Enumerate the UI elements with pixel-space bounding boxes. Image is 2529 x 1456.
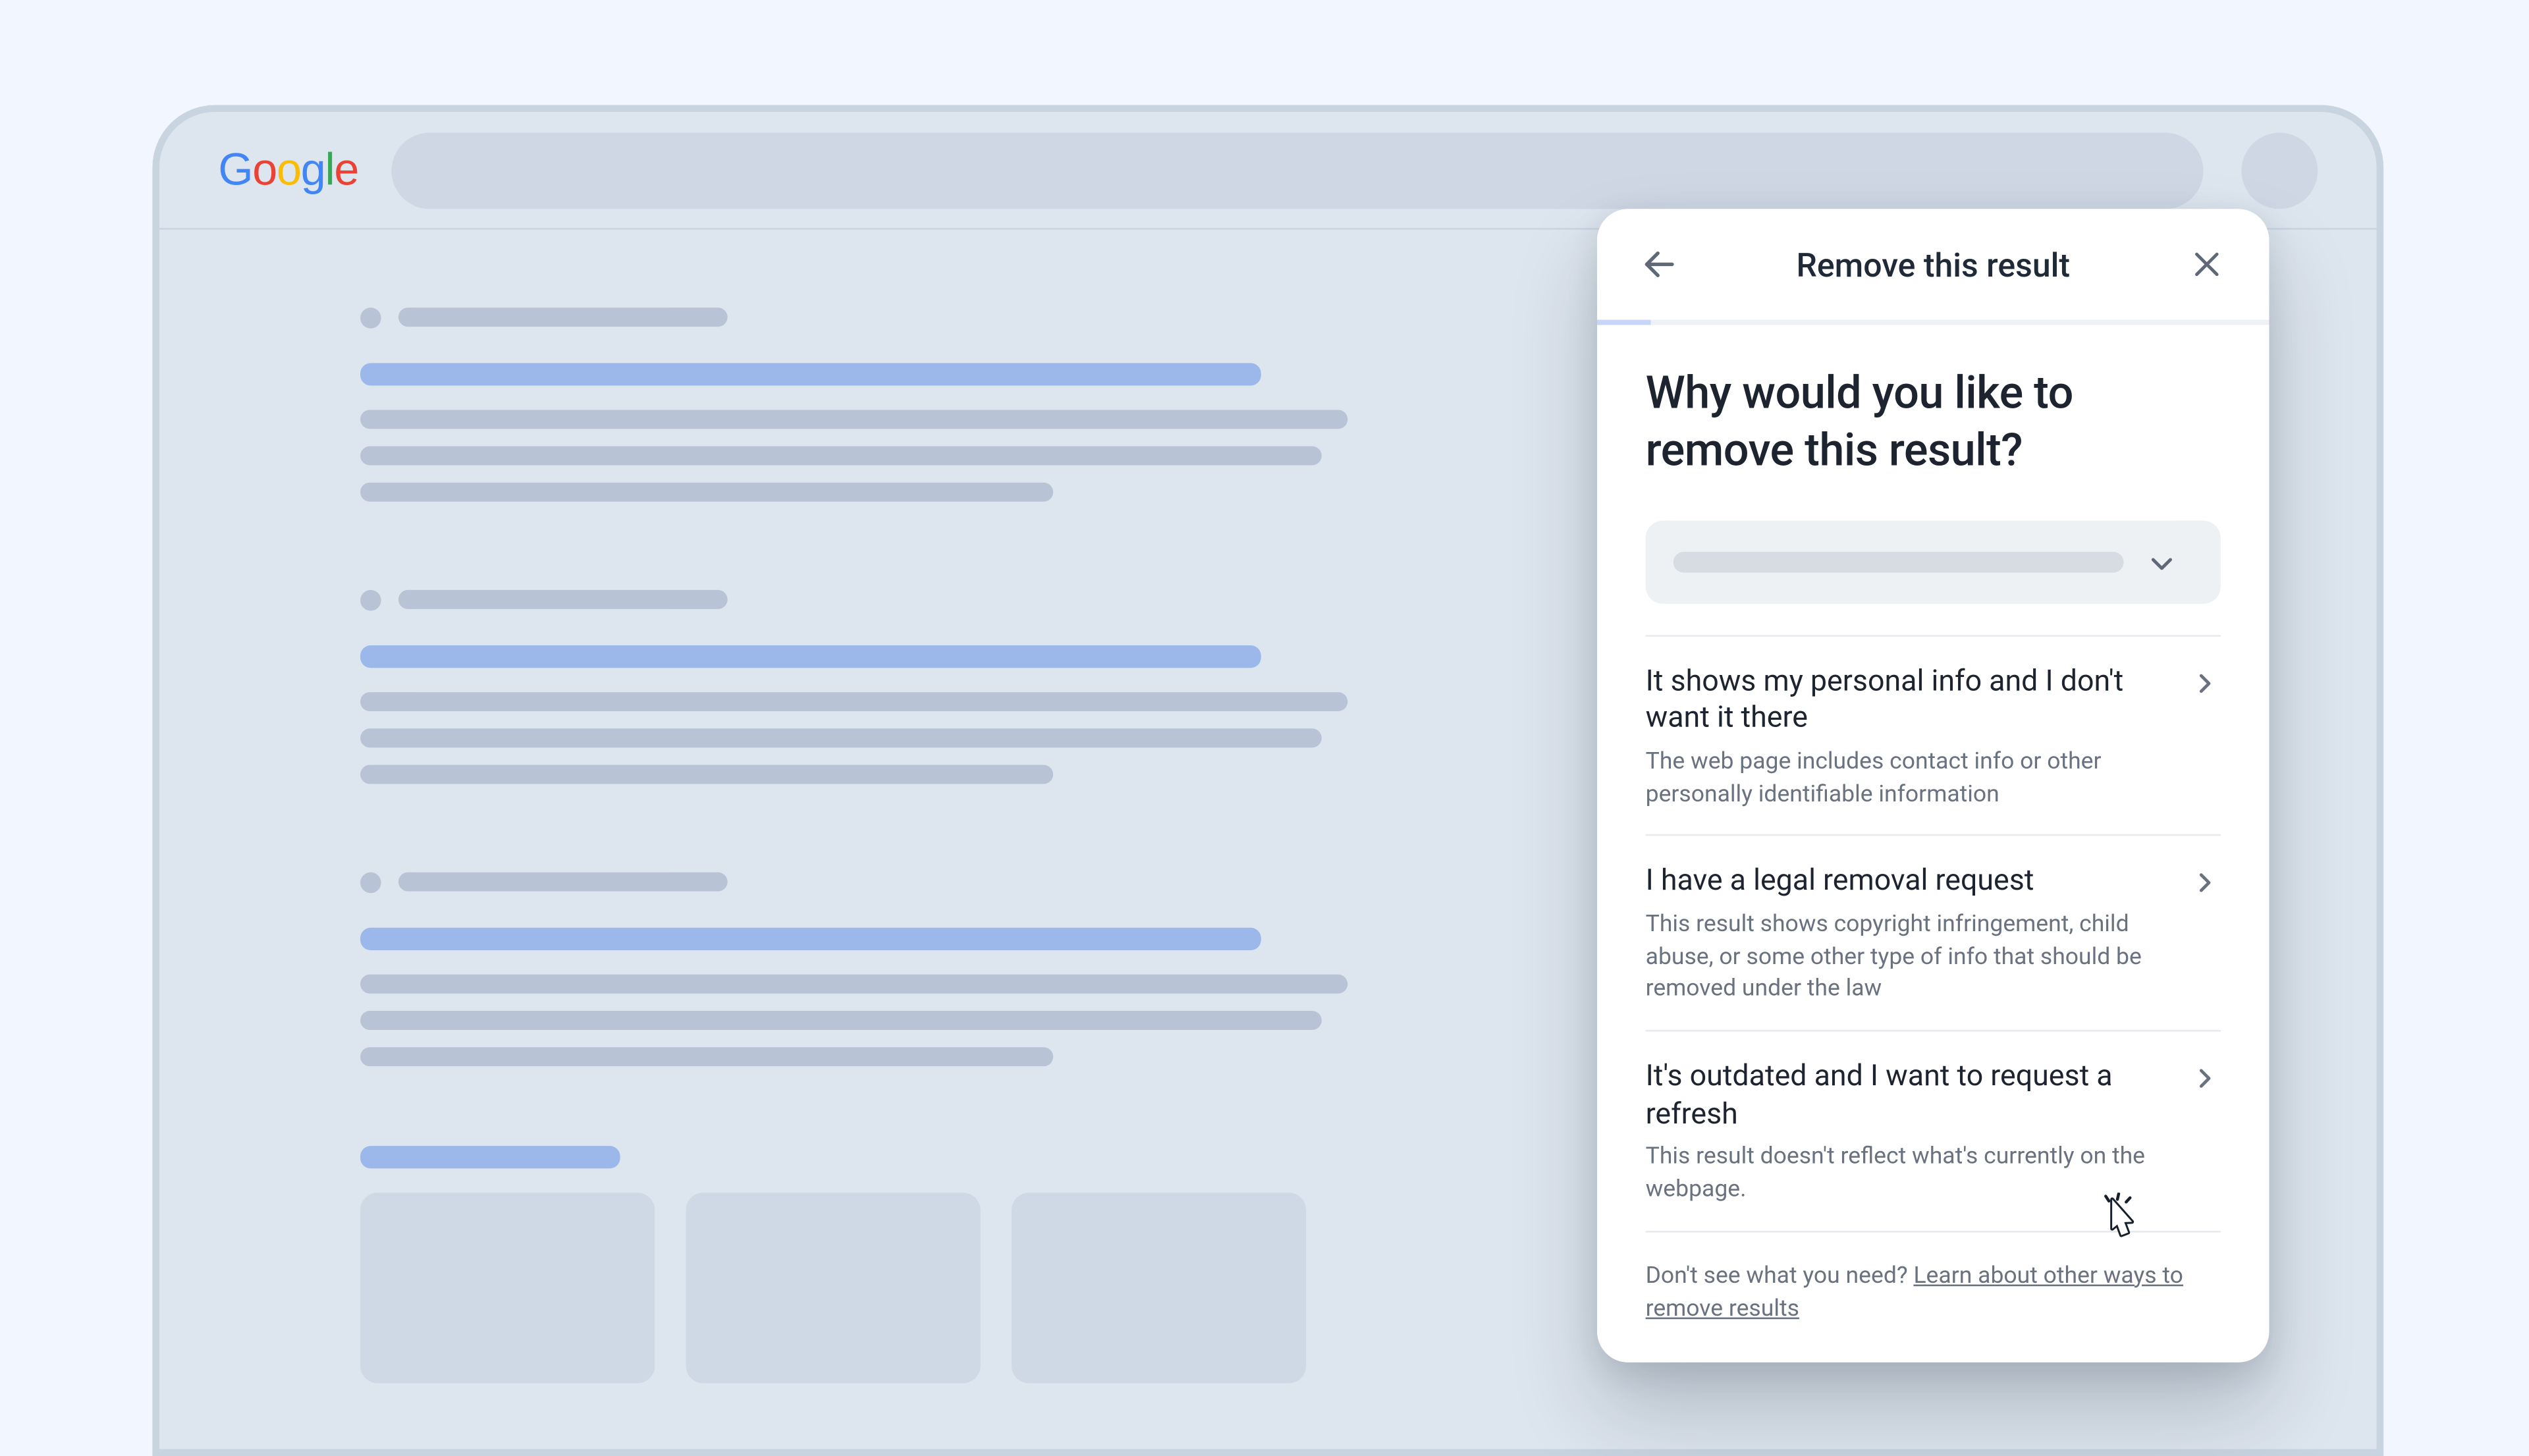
chevron-right-icon xyxy=(2189,1063,2220,1094)
option-desc: The web page includes contact info or ot… xyxy=(1646,746,2165,811)
chevron-down-icon xyxy=(2144,546,2179,581)
result-placeholder xyxy=(360,581,1407,784)
result-placeholder xyxy=(360,863,1407,1066)
panel-title: Remove this result xyxy=(1796,244,2070,284)
chevron-right-icon xyxy=(2189,667,2220,698)
search-results-area xyxy=(159,230,1407,1384)
panel-question: Why would you like to remove this result… xyxy=(1646,367,2221,482)
close-button[interactable] xyxy=(2183,240,2231,289)
progress-bar xyxy=(1597,320,2269,325)
close-icon xyxy=(2189,247,2224,282)
avatar[interactable] xyxy=(2241,132,2318,208)
back-button[interactable] xyxy=(1635,240,1684,289)
search-input[interactable] xyxy=(391,132,2203,208)
chevron-right-icon xyxy=(2189,867,2220,898)
remove-result-panel: Remove this result Why would you like to… xyxy=(1597,209,2269,1363)
option-desc: This result doesn't reflect what's curre… xyxy=(1646,1141,2165,1206)
reason-select[interactable] xyxy=(1646,520,2221,603)
footer-note: Don't see what you need? Learn about oth… xyxy=(1646,1230,2221,1325)
option-legal-request[interactable]: I have a legal removal request This resu… xyxy=(1646,834,2221,1029)
footer-lead: Don't see what you need? xyxy=(1646,1261,1914,1289)
option-outdated-refresh[interactable]: It's outdated and I want to request a re… xyxy=(1646,1030,2221,1230)
image-placeholder xyxy=(686,1193,981,1383)
option-desc: This result shows copyright infringement… xyxy=(1646,909,2165,1006)
google-logo: Google xyxy=(218,148,353,192)
option-personal-info[interactable]: It shows my personal info and I don't wa… xyxy=(1646,634,2221,834)
option-title: It shows my personal info and I don't wa… xyxy=(1646,664,2165,739)
option-title: It's outdated and I want to request a re… xyxy=(1646,1059,2165,1134)
image-placeholder xyxy=(1012,1193,1306,1383)
arrow-left-icon xyxy=(1641,245,1679,283)
image-placeholder xyxy=(360,1193,655,1383)
image-results xyxy=(360,1146,1407,1383)
option-title: I have a legal removal request xyxy=(1646,864,2165,902)
result-placeholder xyxy=(360,299,1407,502)
select-placeholder xyxy=(1673,551,2124,572)
